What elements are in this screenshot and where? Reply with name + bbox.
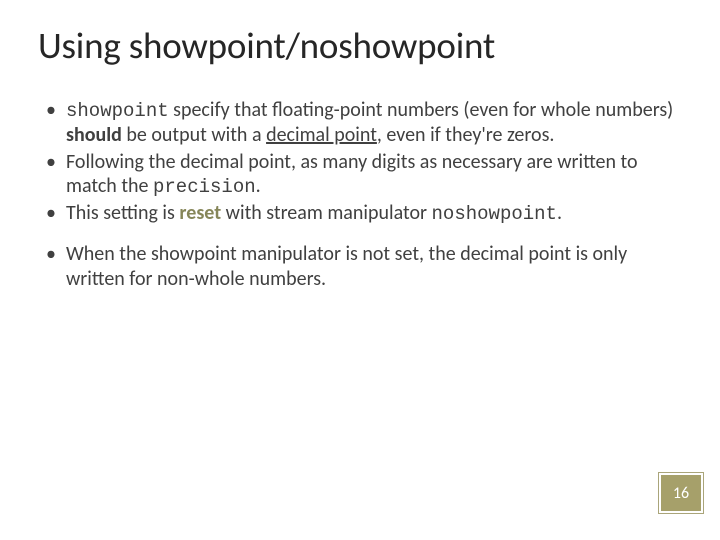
bullet-item: showpoint specify that floating-point nu… — [46, 98, 682, 148]
text: with stream manipulator — [221, 201, 431, 225]
bullet-list-2: When the showpoint manipulator is not se… — [38, 242, 682, 291]
highlight-reset: reset — [179, 201, 221, 225]
bullet-item: This setting is reset with stream manipu… — [46, 201, 682, 226]
slide: Using showpoint/noshowpoint showpoint sp… — [0, 0, 720, 540]
code-noshowpoint: noshowpoint — [432, 203, 557, 225]
code-precision: precision — [153, 176, 256, 198]
slide-title: Using showpoint/noshowpoint — [38, 26, 682, 66]
code-showpoint: showpoint — [66, 100, 169, 122]
bullet-item: When the showpoint manipulator is not se… — [46, 242, 682, 291]
text: . — [557, 201, 562, 225]
text: When the showpoint manipulator is not se… — [66, 242, 627, 290]
underline-decimal-point: decimal point — [266, 123, 377, 147]
bold-should: should — [66, 123, 122, 147]
bullet-item: Following the decimal point, as many dig… — [46, 150, 682, 200]
text: be output with a — [122, 123, 266, 147]
text: , even if they're zeros. — [377, 123, 555, 147]
text: This setting is — [66, 201, 179, 225]
spacer — [38, 228, 682, 242]
page-number: 16 — [661, 475, 701, 511]
page-number-badge: 16 — [658, 472, 704, 514]
text: specify that floating-point numbers (eve… — [169, 98, 674, 122]
text: Following the decimal point, as many dig… — [66, 150, 638, 198]
text: . — [256, 174, 261, 198]
bullet-list: showpoint specify that floating-point nu… — [38, 98, 682, 226]
